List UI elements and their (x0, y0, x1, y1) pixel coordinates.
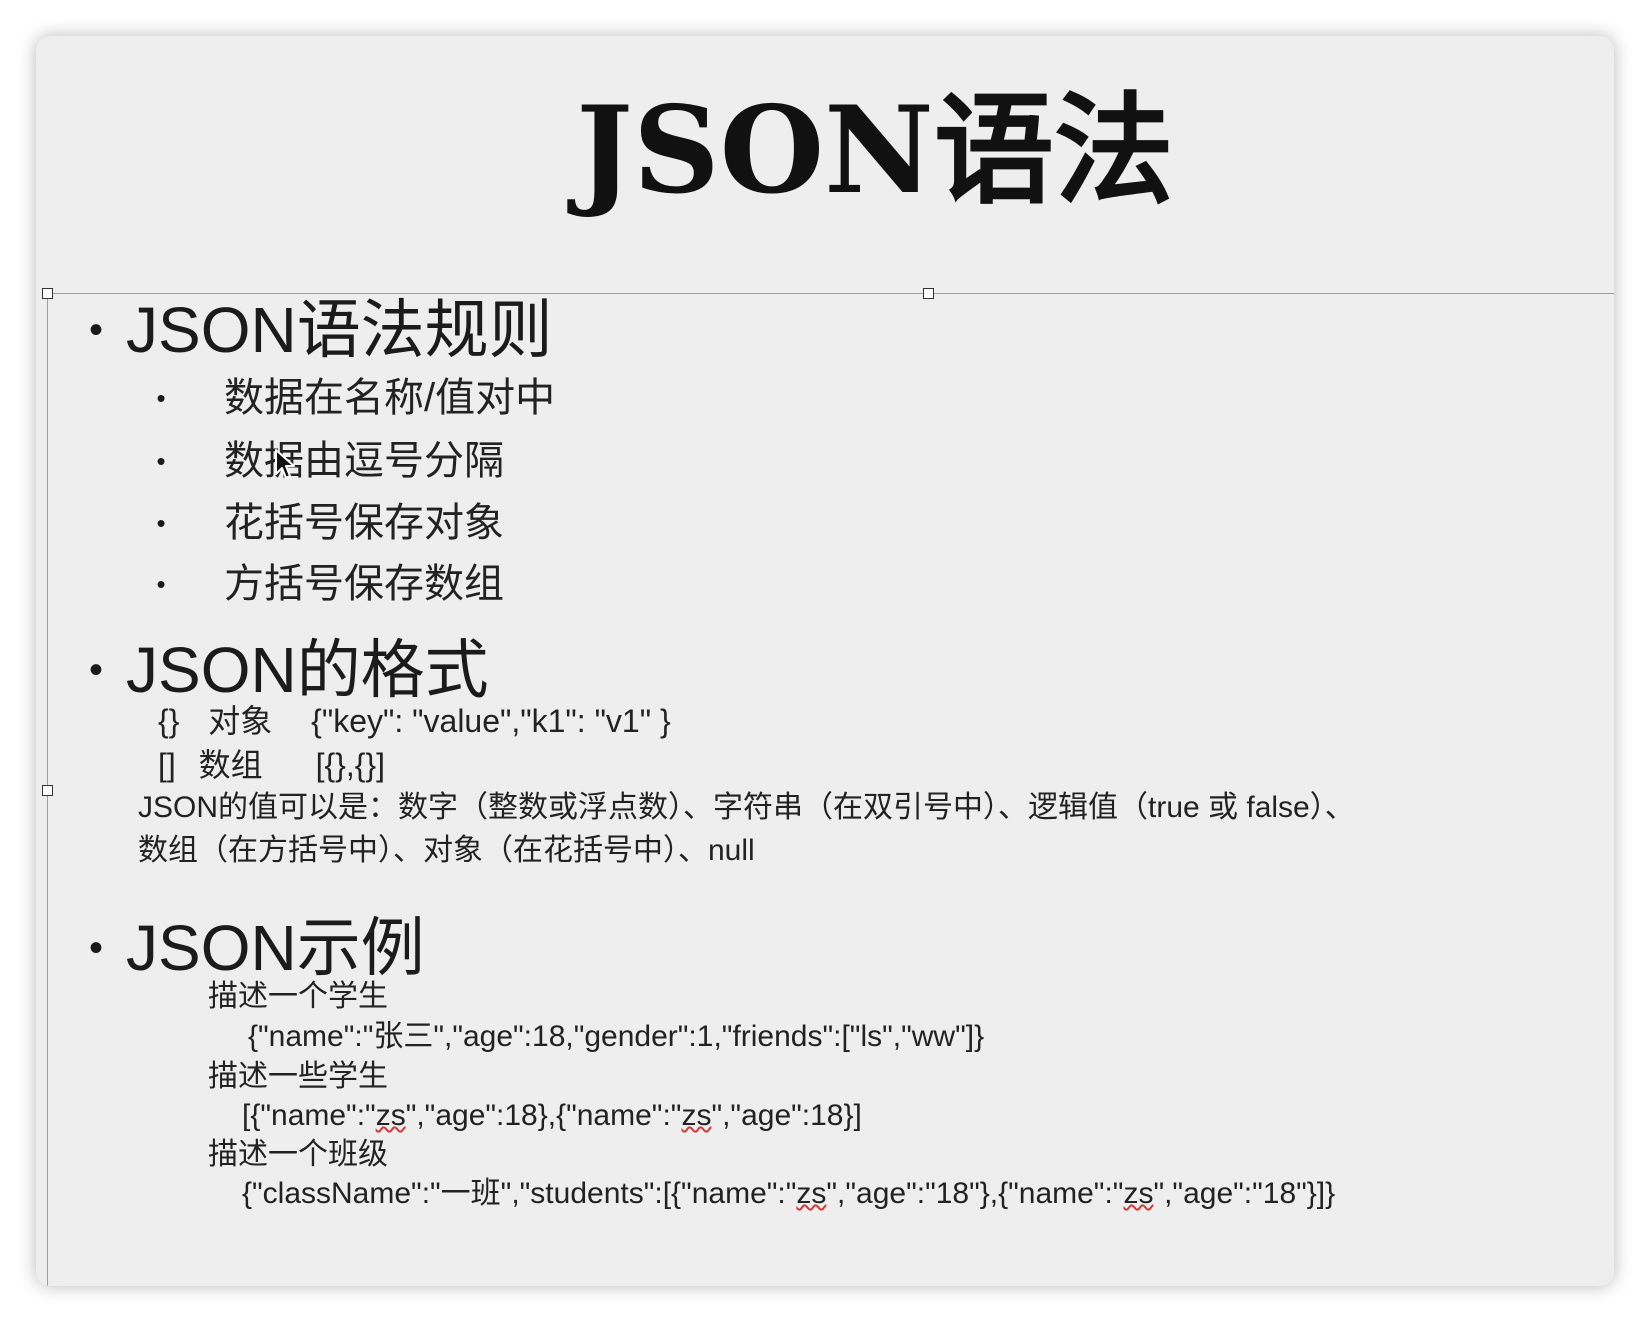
example-label: 描述一个学生 (208, 980, 388, 1013)
rule-item: • 数据由逗号分隔 (146, 433, 504, 489)
bullet-icon: • (156, 507, 166, 538)
format-example: {"key": "value","k1": "v1" } (311, 703, 671, 739)
code-fragment: ","age":18},{"name":" (405, 1099, 682, 1132)
rule-item: • 方括号保存数组 (146, 556, 504, 612)
slide-window: JSON语法 • JSON语法规则 • 数据在名称/值对中 • 数据由逗号分隔 … (36, 36, 1614, 1286)
resize-handle-top-middle[interactable] (923, 288, 934, 299)
bullet-icon: • (88, 925, 103, 970)
example-code: [{"name":"zs","age":18},{"name":"zs","ag… (242, 1095, 862, 1137)
code-fragment: ","age":18}] (711, 1099, 862, 1132)
values-description-line-1: JSON的值可以是：数字（整数或浮点数）、字符串（在双引号中）、逻辑值（true… (138, 791, 1355, 824)
format-symbol: {} (158, 703, 180, 739)
section-heading: JSON语法规则 (126, 294, 553, 366)
format-name: 数组 (198, 747, 263, 783)
values-description-line-2: 数组（在方括号中）、对象（在花括号中）、null (138, 834, 755, 867)
code-fragment: [{"name":" (242, 1099, 376, 1132)
rule-text: 花括号保存对象 (224, 501, 504, 545)
example-label: 描述一个班级 (208, 1138, 388, 1171)
section-syntax-rules: • JSON语法规则 (56, 290, 553, 370)
slide-title: JSON语法 (576, 80, 1174, 221)
example-code: {"name":"张三","age":18,"gender":1,"friend… (248, 1020, 985, 1053)
bullet-icon: • (156, 445, 166, 476)
rule-text: 数据由逗号分隔 (224, 439, 504, 483)
spellcheck-word: zs (375, 1099, 406, 1132)
spellcheck-word: zs (681, 1099, 712, 1132)
bullet-icon: • (156, 382, 166, 413)
code-fragment: ","age":"18"},{"name":" (826, 1177, 1124, 1210)
code-fragment: {"className":"一班","students":[{"name":" (242, 1177, 797, 1210)
mouse-pointer-icon (275, 449, 295, 479)
rule-item: • 花括号保存对象 (146, 495, 504, 551)
section-heading: JSON的格式 (126, 634, 489, 706)
format-array-row: [] 数组 [{},{}] (158, 744, 385, 786)
bullet-icon: • (88, 307, 103, 352)
rule-text: 数据在名称/值对中 (224, 376, 556, 420)
resize-handle-middle-left[interactable] (42, 785, 53, 796)
resize-handle-top-left[interactable] (42, 288, 53, 299)
section-format: • JSON的格式 (56, 630, 489, 710)
bullet-icon: • (156, 568, 166, 599)
example-code: {"className":"一班","students":[{"name":"z… (242, 1173, 1335, 1215)
bullet-icon: • (88, 647, 103, 692)
example-label: 描述一些学生 (208, 1060, 388, 1093)
format-object-row: {} 对象 {"key": "value","k1": "v1" } (158, 700, 671, 742)
spellcheck-word: zs (1123, 1177, 1154, 1210)
code-fragment: ","age":"18"}]} (1153, 1177, 1336, 1210)
spellcheck-word: zs (796, 1177, 827, 1210)
rule-item: • 数据在名称/值对中 (146, 370, 555, 426)
rule-text: 方括号保存数组 (224, 562, 504, 606)
format-example: [{},{}] (315, 747, 385, 783)
format-symbol: [] (158, 747, 176, 783)
format-name: 对象 (208, 703, 273, 739)
